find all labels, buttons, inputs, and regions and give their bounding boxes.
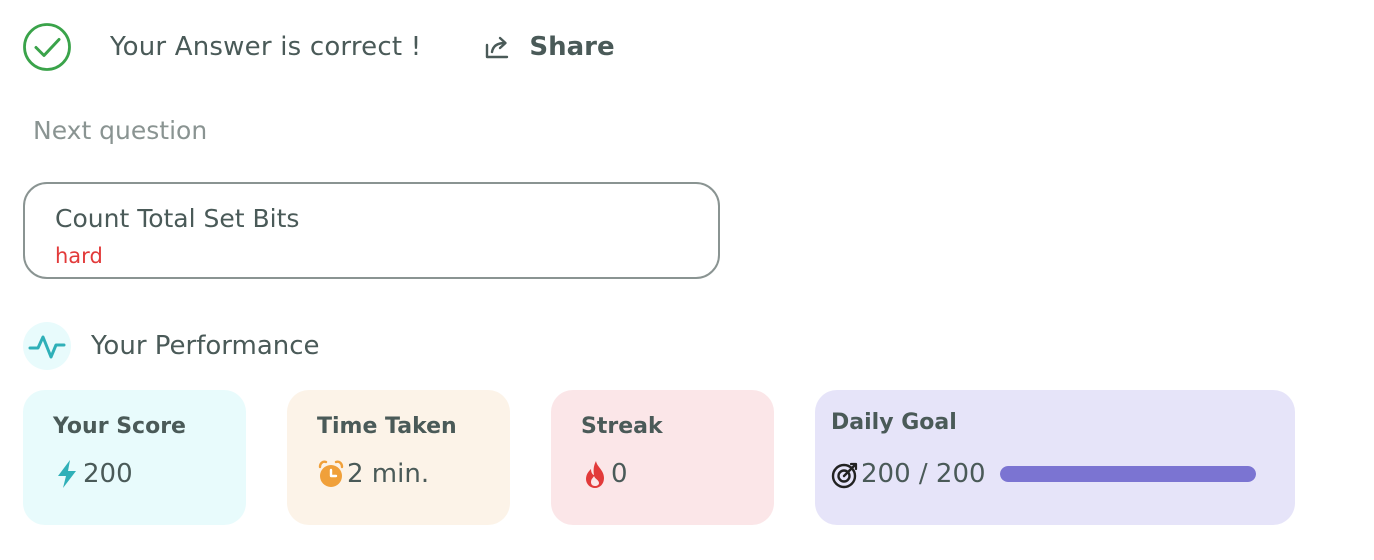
streak-value-row: 0 (581, 458, 628, 490)
performance-title: Your Performance (91, 331, 320, 361)
time-label: Time Taken (317, 414, 457, 439)
score-value-row: 200 (53, 458, 133, 490)
pulse-icon-badge (23, 322, 71, 370)
lightning-icon (58, 460, 76, 488)
daily-goal-value: 200 / 200 (861, 459, 986, 489)
streak-label: Streak (581, 414, 663, 439)
quiz-result-panel: Your Answer is correct ! Share Next ques… (0, 0, 1374, 560)
score-label: Your Score (53, 414, 186, 439)
next-question-card[interactable]: Count Total Set Bits hard (23, 182, 720, 279)
result-header: Your Answer is correct ! Share (22, 22, 615, 72)
time-value: 2 min. (347, 459, 430, 489)
daily-goal-label: Daily Goal (831, 410, 957, 435)
question-title: Count Total Set Bits (55, 204, 300, 233)
pulse-icon (28, 335, 66, 359)
share-button[interactable]: Share (483, 32, 615, 62)
target-icon (831, 462, 858, 489)
score-card: Your Score 200 (23, 390, 246, 525)
share-icon (486, 36, 509, 59)
time-value-row: 2 min. (317, 458, 429, 490)
performance-header: Your Performance (23, 322, 320, 370)
share-label: Share (529, 32, 615, 62)
streak-card: Streak 0 (551, 390, 774, 525)
time-card: Time Taken 2 min. (287, 390, 510, 525)
check-circle-icon (23, 23, 71, 71)
fire-icon (586, 461, 604, 488)
result-message: Your Answer is correct ! (110, 32, 422, 62)
daily-goal-progress-fill (999, 466, 1256, 482)
daily-goal-value-row: 200 / 200 (831, 458, 1256, 490)
difficulty-badge: hard (55, 244, 103, 268)
streak-value: 0 (611, 459, 628, 489)
score-value: 200 (83, 459, 133, 489)
daily-goal-card: Daily Goal 200 / 200 (815, 390, 1295, 525)
alarm-clock-icon (318, 460, 344, 487)
daily-goal-progress-bar (999, 466, 1256, 482)
next-question-label: Next question (33, 116, 208, 145)
